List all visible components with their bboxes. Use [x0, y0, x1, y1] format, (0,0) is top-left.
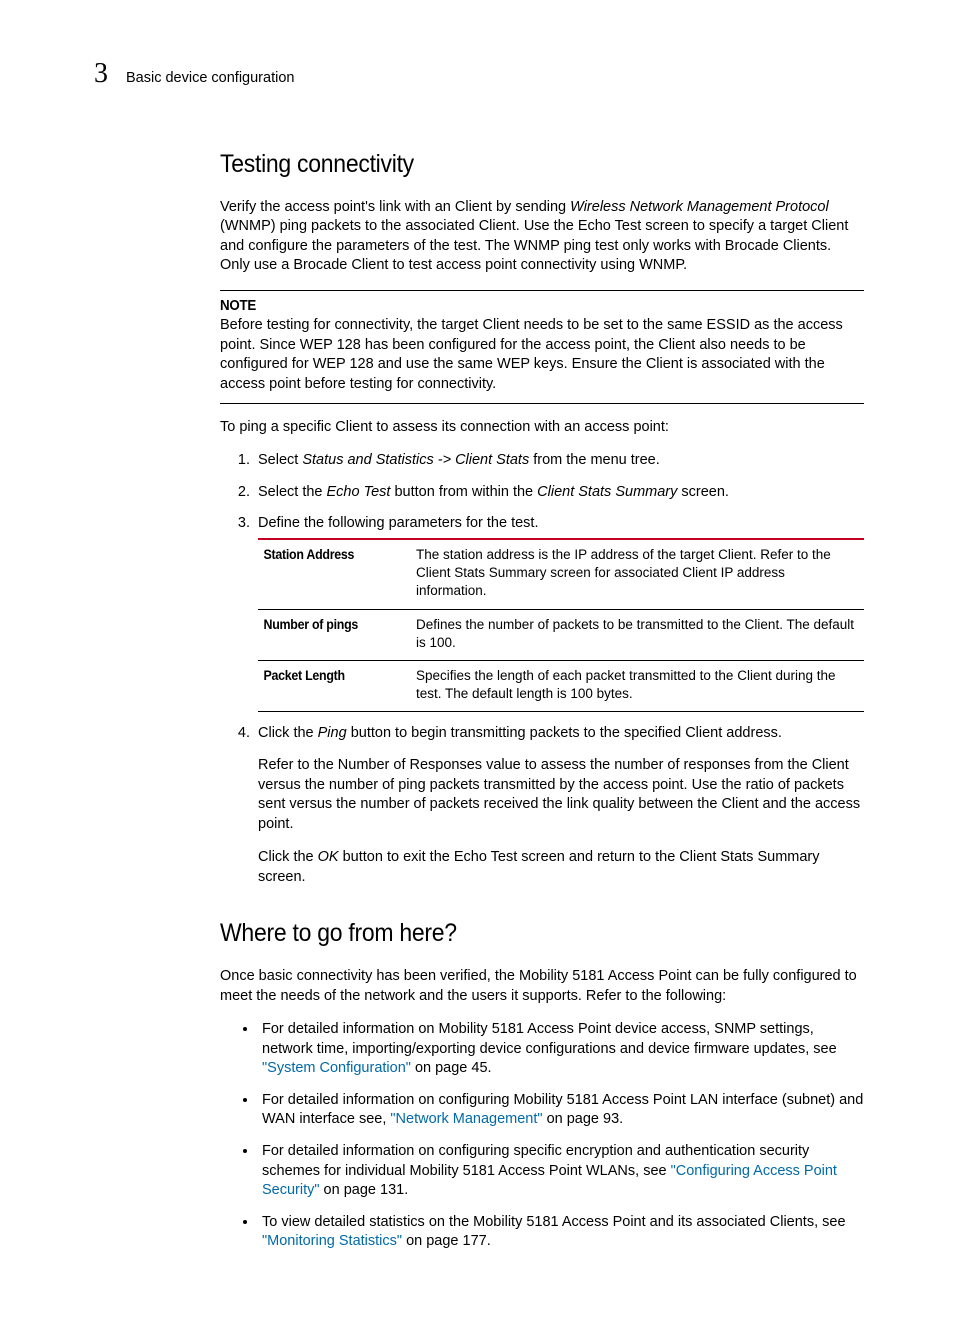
text: button to exit the Echo Test screen and … — [258, 849, 820, 885]
text: from the menu tree. — [529, 452, 660, 468]
parameter-table: Station Address The station address is t… — [258, 538, 864, 713]
section-heading-testing: Testing connectivity — [220, 148, 812, 182]
param-name: Packet Length — [258, 660, 398, 711]
emphasis: Wireless Network Management Protocol — [570, 199, 829, 215]
bullet-list: For detailed information on Mobility 518… — [220, 1020, 864, 1252]
text: To view detailed statistics on the Mobil… — [262, 1214, 846, 1230]
table-row: Station Address The station address is t… — [258, 539, 864, 609]
note-block: NOTE Before testing for connectivity, th… — [220, 290, 864, 404]
emphasis: Ping — [318, 725, 347, 741]
text: on page 177. — [402, 1233, 491, 1249]
chapter-number: 3 — [94, 55, 108, 93]
emphasis: Status and Statistics -> Client Stats — [302, 452, 529, 468]
bullet-1: For detailed information on Mobility 518… — [258, 1020, 864, 1079]
text: Select the — [258, 484, 327, 500]
step-4: Click the Ping button to begin transmitt… — [254, 724, 864, 744]
table-row: Number of pings Defines the number of pa… — [258, 609, 864, 660]
bullet-3: For detailed information on configuring … — [258, 1142, 864, 1201]
section-heading-where: Where to go from here? — [220, 917, 812, 951]
link-monitoring-statistics[interactable]: "Monitoring Statistics" — [262, 1233, 402, 1249]
step-3: Define the following parameters for the … — [254, 514, 864, 712]
link-system-configuration[interactable]: "System Configuration" — [262, 1060, 411, 1076]
text: on page 131. — [320, 1182, 409, 1198]
text: (WNMP) ping packets to the associated Cl… — [220, 218, 848, 273]
param-desc: Defines the number of packets to be tran… — [410, 609, 864, 660]
text: For detailed information on Mobility 518… — [262, 1021, 837, 1057]
text: Click the — [258, 725, 318, 741]
emphasis: OK — [318, 849, 339, 865]
text: screen. — [677, 484, 729, 500]
section2-intro: Once basic connectivity has been verifie… — [220, 967, 864, 1006]
text: on page 45. — [411, 1060, 492, 1076]
text: button from within the — [390, 484, 537, 500]
link-network-management[interactable]: "Network Management" — [390, 1111, 542, 1127]
text: Click the — [258, 849, 318, 865]
step-1: Select Status and Statistics -> Client S… — [254, 451, 864, 471]
text: Define the following parameters for the … — [258, 515, 538, 531]
param-name: Station Address — [258, 539, 398, 609]
lead-paragraph: To ping a specific Client to assess its … — [220, 418, 864, 438]
step-4-sub2: Click the OK button to exit the Echo Tes… — [258, 848, 864, 887]
running-header: 3 Basic device configuration — [90, 55, 864, 93]
param-desc: The station address is the IP address of… — [410, 539, 864, 609]
text: Verify the access point's link with an C… — [220, 199, 570, 215]
note-body: Before testing for connectivity, the tar… — [220, 316, 864, 394]
text: Select — [258, 452, 302, 468]
bullet-4: To view detailed statistics on the Mobil… — [258, 1213, 864, 1252]
bullet-2: For detailed information on configuring … — [258, 1091, 864, 1130]
param-desc: Specifies the length of each packet tran… — [410, 660, 864, 711]
emphasis: Echo Test — [327, 484, 391, 500]
step-4-sub1: Refer to the Number of Responses value t… — [258, 756, 864, 834]
text: on page 93. — [543, 1111, 624, 1127]
emphasis: Client Stats Summary — [537, 484, 677, 500]
intro-paragraph: Verify the access point's link with an C… — [220, 198, 864, 276]
param-name: Number of pings — [258, 609, 398, 660]
text: button to begin transmitting packets to … — [347, 725, 782, 741]
note-title: NOTE — [220, 297, 812, 317]
chapter-title: Basic device configuration — [126, 69, 294, 89]
content-area: Testing connectivity Verify the access p… — [220, 148, 864, 1252]
steps-list: Select Status and Statistics -> Client S… — [220, 451, 864, 744]
table-row: Packet Length Specifies the length of ea… — [258, 660, 864, 711]
page: 3 Basic device configuration Testing con… — [0, 0, 954, 1324]
step-2: Select the Echo Test button from within … — [254, 483, 864, 503]
